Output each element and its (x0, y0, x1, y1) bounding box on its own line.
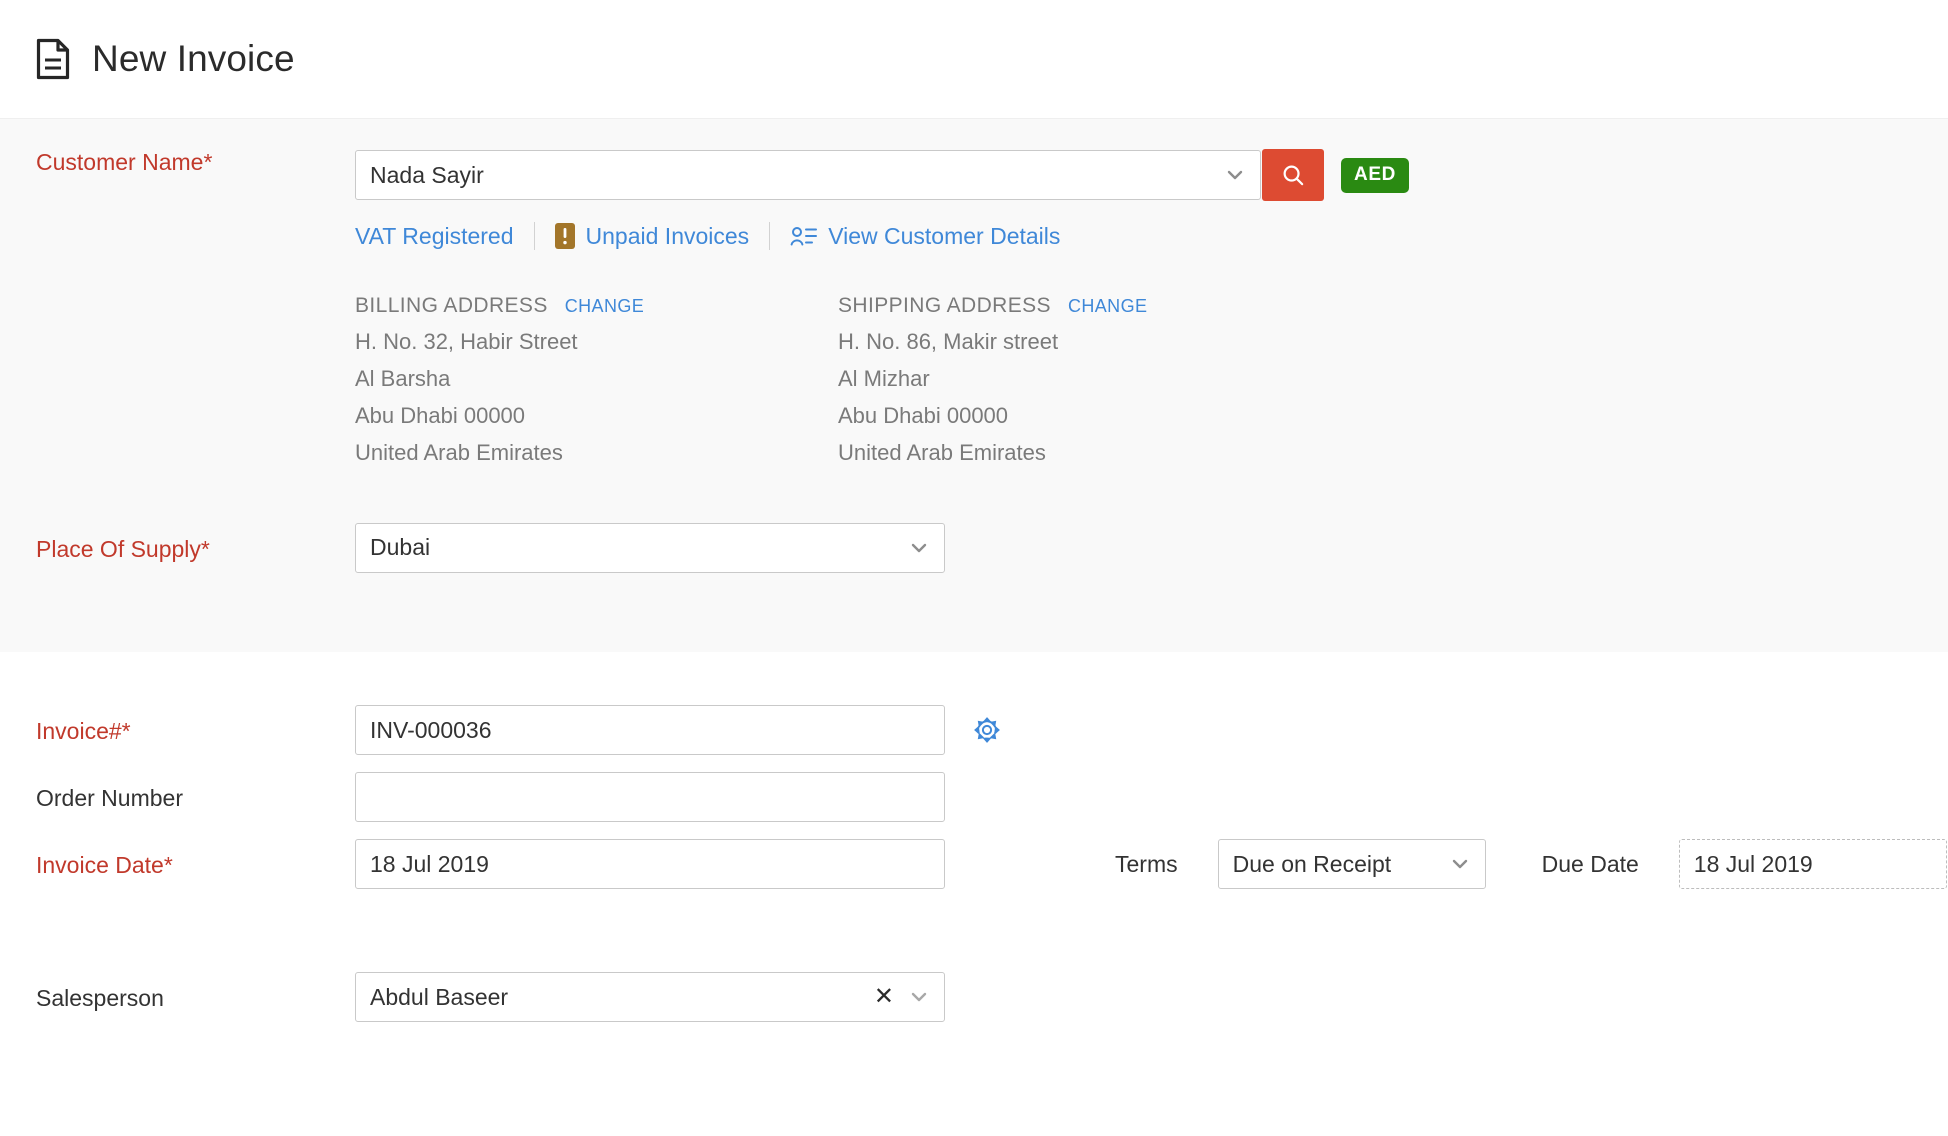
search-icon (1281, 163, 1306, 188)
invoice-number-required: * (122, 718, 131, 744)
link-divider (534, 222, 535, 250)
link-view-customer-details-label: View Customer Details (828, 223, 1060, 250)
customer-name-input[interactable]: Nada Sayir (355, 150, 1261, 200)
customer-name-label: Customer Name* (0, 149, 355, 177)
place-of-supply-row: Place Of Supply* Dubai (0, 523, 1948, 573)
salesperson-label: Salesperson (0, 972, 355, 1013)
shipping-address-line: United Arab Emirates (838, 440, 1321, 466)
billing-address-heading: BILLING ADDRESS (355, 294, 548, 318)
link-view-customer-details[interactable]: View Customer Details (790, 223, 1060, 250)
customer-links: VAT Registered Unpaid Invoices (355, 222, 1409, 250)
link-vat-registered[interactable]: VAT Registered (355, 223, 514, 250)
invoice-date-required: * (164, 852, 173, 878)
invoice-details-section: Invoice#* INV-000036 (0, 652, 1948, 1136)
shipping-address-line: Abu Dhabi 00000 (838, 403, 1321, 429)
invoice-date-value: 18 Jul 2019 (370, 851, 930, 878)
invoice-number-label-text: Invoice# (36, 718, 122, 744)
warning-icon (555, 223, 575, 249)
billing-address-line: Abu Dhabi 00000 (355, 403, 838, 429)
terms-select[interactable]: Due on Receipt (1218, 839, 1486, 889)
chevron-down-icon[interactable] (908, 537, 930, 559)
addresses-block: BILLING ADDRESS CHANGE H. No. 32, Habir … (355, 294, 1409, 466)
customer-name-row: Customer Name* Nada Sayir (0, 119, 1948, 466)
customer-name-label-text: Customer Name (36, 149, 203, 175)
shipping-address-line: H. No. 86, Makir street (838, 329, 1321, 355)
billing-address-line: United Arab Emirates (355, 440, 838, 466)
page-header: New Invoice (0, 0, 1948, 119)
invoice-number-row: Invoice#* INV-000036 (0, 652, 1948, 755)
order-number-input[interactable] (355, 772, 945, 822)
gear-icon[interactable] (973, 716, 1001, 744)
new-invoice-page: New Invoice Customer Name* Nada Sayir (0, 0, 1948, 1136)
shipping-address-change-link[interactable]: CHANGE (1068, 296, 1147, 317)
place-of-supply-select[interactable]: Dubai (355, 523, 945, 573)
shipping-address-block: SHIPPING ADDRESS CHANGE H. No. 86, Makir… (838, 294, 1321, 466)
order-number-label: Order Number (0, 772, 355, 813)
page-title: New Invoice (92, 38, 295, 80)
terms-label: Terms (1115, 851, 1178, 878)
billing-address-header: BILLING ADDRESS CHANGE (355, 294, 838, 318)
customer-section: Customer Name* Nada Sayir (0, 119, 1948, 652)
shipping-address-heading: SHIPPING ADDRESS (838, 294, 1051, 318)
chevron-down-icon[interactable] (1449, 853, 1471, 875)
salesperson-value: Abdul Baseer (370, 984, 874, 1011)
invoice-date-input[interactable]: 18 Jul 2019 (355, 839, 945, 889)
customer-details-icon (790, 225, 817, 247)
salesperson-select[interactable]: Abdul Baseer ✕ (355, 972, 945, 1022)
place-of-supply-value: Dubai (370, 534, 902, 561)
shipping-address-header: SHIPPING ADDRESS CHANGE (838, 294, 1321, 318)
shipping-address-line: Al Mizhar (838, 366, 1321, 392)
due-date-value: 18 Jul 2019 (1694, 851, 1932, 878)
customer-search-button[interactable] (1262, 149, 1324, 201)
due-date-input[interactable]: 18 Jul 2019 (1679, 839, 1947, 889)
due-date-label: Due Date (1542, 851, 1639, 878)
customer-name-required: * (203, 149, 212, 175)
invoice-date-label-text: Invoice Date (36, 852, 164, 878)
chevron-down-icon[interactable] (908, 986, 930, 1008)
link-unpaid-invoices[interactable]: Unpaid Invoices (555, 223, 750, 250)
terms-value: Due on Receipt (1233, 851, 1443, 878)
place-of-supply-label-text: Place Of Supply (36, 536, 201, 562)
order-number-row: Order Number (0, 755, 1948, 822)
billing-address-line: H. No. 32, Habir Street (355, 329, 838, 355)
billing-address-line: Al Barsha (355, 366, 838, 392)
place-of-supply-label: Place Of Supply* (0, 523, 355, 564)
place-of-supply-required: * (201, 536, 210, 562)
invoice-number-input[interactable]: INV-000036 (355, 705, 945, 755)
customer-name-value: Nada Sayir (370, 162, 1218, 189)
clear-icon[interactable]: ✕ (874, 985, 894, 1009)
invoice-date-label: Invoice Date* (0, 839, 355, 880)
billing-address-change-link[interactable]: CHANGE (565, 296, 644, 317)
invoice-number-value: INV-000036 (370, 717, 930, 744)
chevron-down-icon[interactable] (1224, 164, 1246, 186)
invoice-number-label: Invoice#* (0, 705, 355, 746)
salesperson-row: Salesperson Abdul Baseer ✕ (0, 889, 1948, 1022)
link-unpaid-invoices-label: Unpaid Invoices (586, 223, 750, 250)
currency-badge: AED (1341, 158, 1409, 193)
billing-address-block: BILLING ADDRESS CHANGE H. No. 32, Habir … (355, 294, 838, 466)
link-divider (769, 222, 770, 250)
document-icon (36, 38, 70, 80)
invoice-date-row: Invoice Date* 18 Jul 2019 Terms Due on R… (0, 822, 1948, 889)
